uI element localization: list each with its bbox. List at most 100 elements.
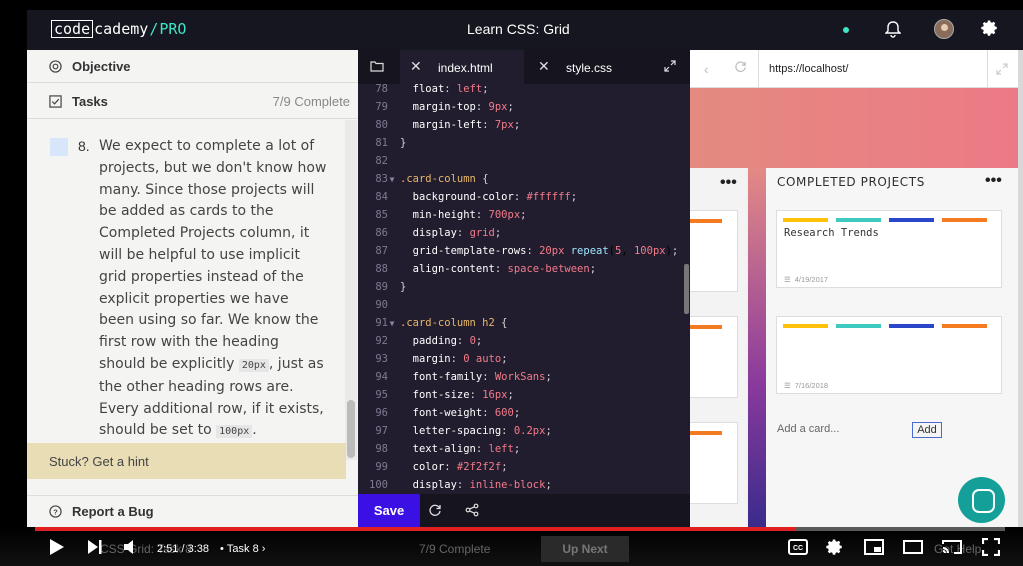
- gear-icon[interactable]: [981, 19, 999, 42]
- code-line[interactable]: 97 letter-spacing: 0.2px;: [358, 422, 684, 440]
- bell-icon[interactable]: [884, 20, 902, 43]
- more-icon[interactable]: •••: [720, 174, 737, 192]
- fold-icon[interactable]: ▼: [388, 171, 396, 189]
- project-card[interactable]: Research Trends ☰ 4/19/2017: [776, 210, 1002, 288]
- share-icon[interactable]: [465, 503, 479, 522]
- code-line[interactable]: 79 margin-top: 9px;: [358, 98, 684, 116]
- code-line[interactable]: 100 display: inline-block;: [358, 476, 684, 494]
- close-icon[interactable]: ✕: [538, 58, 550, 75]
- expand-icon[interactable]: [664, 60, 676, 75]
- ghost-complete-count: 7/9 Complete: [419, 542, 491, 556]
- code-text: color: #2f2f2f;: [412, 461, 508, 473]
- fold-icon[interactable]: ▼: [388, 315, 396, 333]
- lesson-title: Learn CSS: Grid: [467, 21, 570, 37]
- fullscreen-icon[interactable]: [981, 537, 1001, 561]
- checkbox-icon: [49, 94, 62, 108]
- chevron-right-icon: ›: [258, 543, 266, 555]
- svg-text:?: ?: [53, 507, 58, 516]
- line-number: 89: [375, 281, 388, 293]
- editor-tabs: ✕ index.html ✕ style.css: [358, 50, 690, 84]
- close-icon[interactable]: ✕: [410, 58, 422, 75]
- player-bar: CSS Grid: Task 8 7/9 Complete Up Next Ge…: [0, 531, 1023, 566]
- code-line[interactable]: 87 grid-template-rows: 20px repeat(5, 10…: [358, 242, 684, 260]
- code-line[interactable]: 82: [358, 152, 684, 170]
- ghost-up-next-button: Up Next: [541, 536, 629, 562]
- code-line[interactable]: 85 min-height: 700px;: [358, 206, 684, 224]
- window-edge: [1018, 50, 1023, 527]
- cast-icon[interactable]: [942, 539, 962, 560]
- date-label: 7/16/2018: [794, 381, 829, 390]
- line-number: 99: [375, 461, 388, 473]
- line-number: 96: [375, 407, 388, 419]
- play-icon[interactable]: [48, 537, 66, 562]
- objective-header[interactable]: Objective: [27, 50, 358, 83]
- task-text-part: We expect to complete a lot of projects,…: [99, 138, 327, 372]
- code-line[interactable]: 89}: [358, 278, 684, 296]
- miniplayer-icon[interactable]: [864, 539, 884, 560]
- editor-scrollbar[interactable]: [684, 264, 689, 314]
- add-card-input[interactable]: Add a card...: [777, 423, 839, 435]
- line-number: 81: [375, 137, 388, 149]
- code-area[interactable]: 78 float: left; 79 margin-top: 9px; 80 mar…: [358, 84, 684, 494]
- code-line[interactable]: 95 font-size: 16px;: [358, 386, 684, 404]
- code-line[interactable]: 78 float: left;: [358, 84, 684, 98]
- code-line[interactable]: 94 font-family: WorkSans;: [358, 368, 684, 386]
- settings-icon[interactable]: [826, 538, 844, 561]
- codecademy-logo[interactable]: code cademy / PRO: [51, 19, 186, 39]
- project-card[interactable]: [690, 316, 738, 398]
- folder-icon[interactable]: [370, 60, 384, 75]
- code-line[interactable]: 96 font-weight: 600;: [358, 404, 684, 422]
- code-line[interactable]: 93 margin: 0 auto;: [358, 350, 684, 368]
- code-line[interactable]: 91 ▼ .card-column h2 {: [358, 314, 684, 332]
- line-number: 85: [375, 209, 388, 221]
- next-icon[interactable]: [86, 537, 104, 562]
- more-icon[interactable]: •••: [985, 172, 1002, 190]
- code-line[interactable]: 90: [358, 296, 684, 314]
- code-line[interactable]: 80 margin-left: 7px;: [358, 116, 684, 134]
- notification-dot: [843, 27, 849, 33]
- code-line[interactable]: 98 text-align: left;: [358, 440, 684, 458]
- line-number: 86: [375, 227, 388, 239]
- tab-index-html[interactable]: ✕ index.html: [400, 50, 524, 84]
- report-bug-button[interactable]: ? Report a Bug: [27, 495, 358, 527]
- label-bars: [783, 324, 987, 328]
- code-line[interactable]: 83 ▼ .card-column {: [358, 170, 684, 188]
- save-button[interactable]: Save: [358, 494, 420, 527]
- code-line[interactable]: 86 display: grid;: [358, 224, 684, 242]
- add-button[interactable]: Add: [912, 422, 942, 438]
- hint-button[interactable]: Stuck? Get a hint: [27, 443, 346, 479]
- chat-bubble-icon[interactable]: [958, 477, 1005, 523]
- back-icon[interactable]: ‹: [704, 61, 709, 77]
- volume-icon[interactable]: [122, 537, 142, 562]
- tasks-header[interactable]: Tasks 7/9 Complete: [27, 84, 358, 119]
- url-field[interactable]: https://localhost/: [758, 50, 988, 88]
- code-text: font-family: WorkSans;: [412, 371, 552, 383]
- project-card[interactable]: ☰ 7/16/2018: [776, 316, 1002, 394]
- task-checkbox[interactable]: [50, 138, 68, 156]
- project-card[interactable]: [690, 210, 738, 292]
- code-line[interactable]: 88 align-content: space-between;: [358, 260, 684, 278]
- code-line[interactable]: 92 padding: 0;: [358, 332, 684, 350]
- theater-mode-icon[interactable]: [903, 539, 923, 560]
- code-line[interactable]: 99 color: #2f2f2f;: [358, 458, 684, 476]
- refresh-icon[interactable]: [734, 60, 747, 78]
- line-number: 95: [375, 389, 388, 401]
- expand-icon[interactable]: [996, 62, 1008, 80]
- line-number: 83: [375, 173, 388, 185]
- code-text: margin-top: 9px;: [412, 101, 514, 113]
- tasks-label: Tasks: [72, 93, 108, 109]
- instructions-panel: Objective Tasks 7/9 Complete 8. We expec…: [27, 50, 358, 527]
- captions-icon[interactable]: CC: [788, 539, 808, 560]
- chapter-label[interactable]: • Task 8 ›: [220, 543, 265, 555]
- code-line[interactable]: 84 background-color: #ffffff;: [358, 188, 684, 206]
- instructions-scrollbar[interactable]: [345, 120, 357, 460]
- tab-style-css[interactable]: ✕ style.css: [528, 50, 652, 84]
- code-line[interactable]: 81}: [358, 134, 684, 152]
- project-card[interactable]: [690, 422, 738, 504]
- logo-code: code: [51, 20, 94, 38]
- avatar[interactable]: [934, 19, 954, 39]
- line-number: 93: [375, 353, 388, 365]
- code-snippet: 20px: [238, 358, 269, 372]
- reset-icon[interactable]: [428, 503, 442, 522]
- scrollbar-thumb[interactable]: [347, 400, 355, 458]
